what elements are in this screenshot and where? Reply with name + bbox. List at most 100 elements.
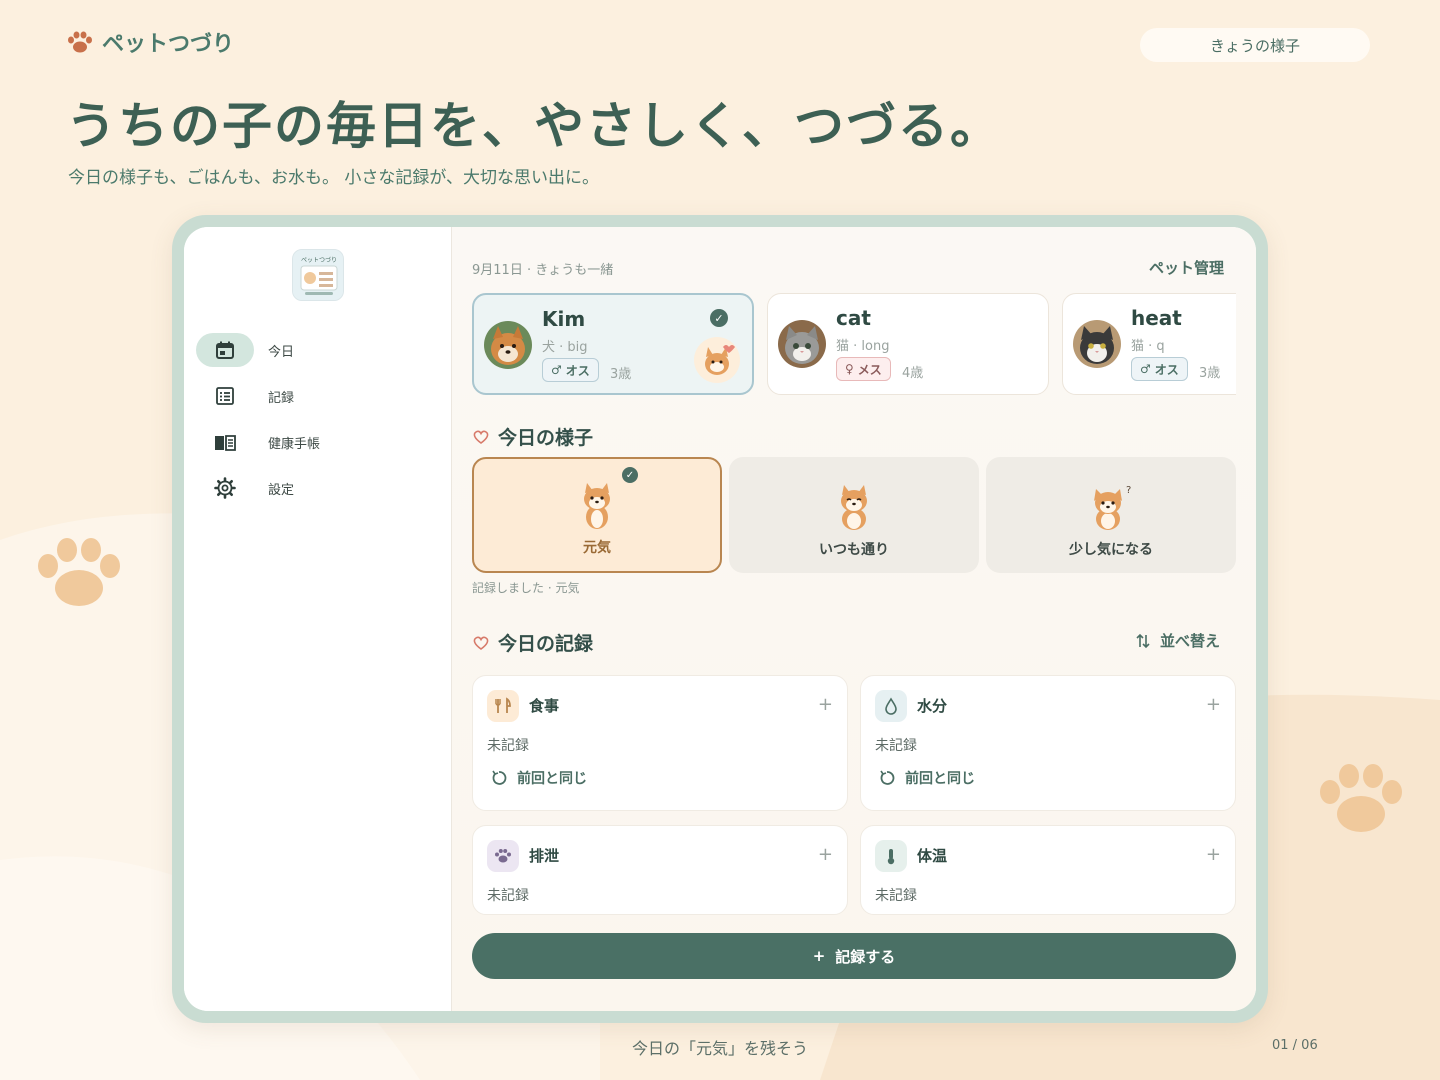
section-title-text: 今日の様子 [498,427,594,449]
repeat-last-button[interactable]: 前回と同じ [491,768,587,788]
selected-check-icon: ✓ [622,467,638,483]
record-button[interactable]: + 記録する [472,933,1236,979]
pet-age: 4歳 [902,366,924,381]
record-card-water[interactable]: 水分 + 未記録 前回と同じ [860,675,1236,811]
sort-label: 並べ替え [1159,632,1220,650]
repeat-label: 前回と同じ [517,771,587,787]
heart-icon [473,635,489,650]
brand-logo: ペットつづり [66,26,234,58]
record-status: 未記録 [875,738,917,754]
sort-button[interactable]: 並べ替え [1136,630,1220,651]
pet-name: Kim [542,307,586,331]
pet-photo [1073,320,1121,368]
record-title: 体温 [917,847,948,865]
footer-caption: 今日の「元気」を残そう [631,1039,808,1058]
add-excretion-button[interactable]: + [818,844,833,865]
paw-icon [68,31,92,53]
page-indicator: 01 / 06 [1272,1038,1318,1053]
gear-icon [214,477,236,499]
record-card-meal[interactable]: 食事 + 未記録 前回と同じ [472,675,848,811]
plus-icon: + [812,947,826,965]
section-title-text: 今日の記録 [498,633,594,655]
sidebar-item-health-book[interactable]: 健康手帳 [196,419,436,465]
record-title: 水分 [917,697,948,715]
pet-name: heat [1131,306,1182,330]
calendar-icon [216,341,234,359]
tablet-device: ペットつづり 今日 記録 健康手帳 設定 9月11日 · きょうも一緒 ペット管… [172,215,1268,1023]
male-icon: ♂ [551,363,562,377]
sidebar-item-label: 設定 [268,482,295,498]
add-meal-button[interactable]: + [818,694,833,715]
record-status: 未記録 [487,888,529,904]
pet-manage-link[interactable]: ペット管理 [1149,257,1224,278]
heart-icon [473,429,489,444]
repeat-label: 前回と同じ [905,771,975,787]
pet-sex-badge: ♂ オス [1131,357,1188,381]
pet-selector: Kim 犬 · big ♂ オス 3歳 ✓ cat 猫 · long ♀ メス … [472,293,1236,395]
mood-section-title: 今日の様子 [472,423,593,450]
pet-age: 3歳 [1199,366,1221,381]
paw-icon [487,840,519,872]
pet-kind: 猫 · long [836,339,890,354]
pet-sex-badge: ♀ メス [836,357,891,381]
sidebar-nav: 今日 記録 健康手帳 設定 [196,327,436,511]
app-icon[interactable]: ペットつづり [292,249,344,301]
worried-dog-icon: ? [1094,485,1131,530]
book-icon [215,435,236,451]
sort-icon [1136,633,1150,648]
pet-sex-label: オス [1154,362,1179,377]
list-icon [216,387,234,405]
date-line: 9月11日 · きょうも一緒 [472,263,614,278]
repeat-last-button[interactable]: 前回と同じ [879,768,975,788]
pet-mascot-icon [694,337,740,383]
happy-dog-icon [584,483,610,529]
mood-label: 少し気になる [1069,542,1153,558]
selected-check-icon: ✓ [710,309,728,327]
sidebar-item-settings[interactable]: 設定 [196,465,436,511]
record-card-excretion[interactable]: 排泄 + 未記録 [472,825,848,915]
thermometer-icon [875,840,907,872]
mood-option-usual[interactable]: いつも通り [729,457,979,573]
pet-photo [778,320,826,368]
pet-age: 3歳 [610,367,632,382]
pet-sex-label: オス [565,363,590,378]
record-status: 未記録 [487,738,529,754]
records-section-title: 今日の記録 [472,629,593,656]
mood-option-concern[interactable]: ? 少し気になる [986,457,1236,573]
paw-decoration-left [38,538,120,606]
add-water-button[interactable]: + [1206,694,1221,715]
paw-decoration-right [1320,764,1402,832]
sidebar-item-label: 今日 [268,344,295,360]
mood-option-genki[interactable]: ✓ 元気 [472,457,722,573]
mood-label: 元気 [583,540,611,556]
today-status-pill[interactable]: きょうの様子 [1140,28,1370,62]
male-icon: ♂ [1140,362,1151,376]
svg-text:?: ? [1126,485,1131,496]
mood-selector: ✓ 元気 いつも通り ? 少し気になる [472,457,1236,573]
add-temperature-button[interactable]: + [1206,844,1221,865]
sidebar-item-records[interactable]: 記録 [196,373,436,419]
app-icon-label: ペットつづり [301,256,337,264]
brand-name: ペットつづり [102,32,235,57]
sidebar: ペットつづり 今日 記録 健康手帳 設定 [184,227,452,1011]
water-drop-icon [875,690,907,722]
repeat-icon [880,770,895,785]
pet-sex-badge: ♂ オス [542,358,599,382]
calm-dog-icon [841,485,867,530]
sidebar-item-label: 記録 [268,390,295,406]
mood-label: いつも通り [819,542,889,558]
pet-kind: 犬 · big [542,340,588,355]
female-icon: ♀ [845,362,854,376]
hero-subtitle: 今日の様子も、ごはんも、お水も。 小さな記録が、大切な思い出に。 [68,168,600,188]
pet-kind: 猫 · q [1131,339,1165,354]
main-content: 9月11日 · きょうも一緒 ペット管理 Kim 犬 · big ♂ オス 3歳… [452,227,1256,1011]
fork-knife-icon [487,690,519,722]
sidebar-item-today[interactable]: 今日 [196,327,436,373]
record-card-temperature[interactable]: 体温 + 未記録 [860,825,1236,915]
pet-card-heat[interactable]: heat 猫 · q ♂ オス 3歳 [1062,293,1236,395]
repeat-icon [492,770,507,785]
pet-card-kim[interactable]: Kim 犬 · big ♂ オス 3歳 ✓ [472,293,754,395]
pet-card-cat[interactable]: cat 猫 · long ♀ メス 4歳 [767,293,1049,395]
record-status: 未記録 [875,888,917,904]
recorded-note: 記録しました · 元気 [472,581,580,595]
